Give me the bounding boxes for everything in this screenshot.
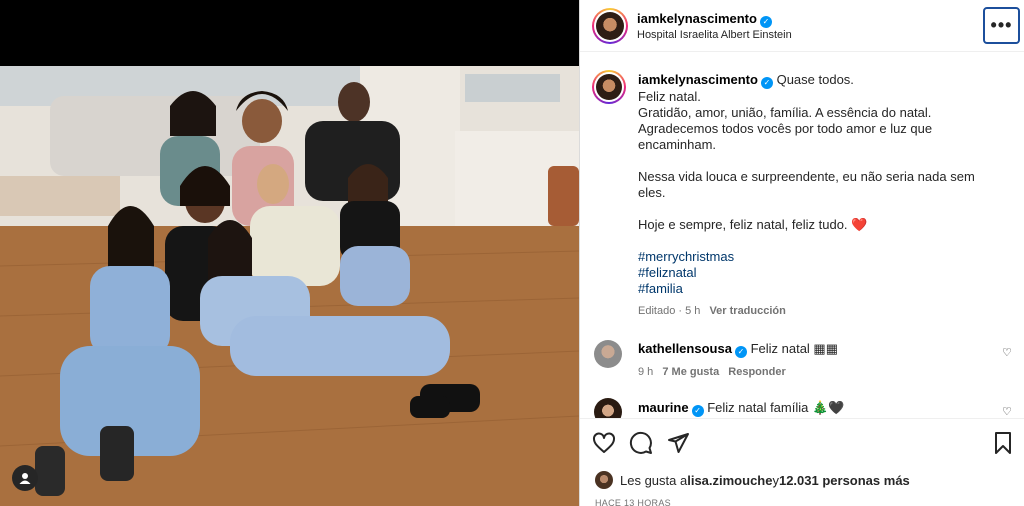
likes-count[interactable]: 12.031 personas más [779, 473, 910, 488]
post-media[interactable] [0, 0, 579, 506]
verified-badge-icon: ✓ [760, 77, 773, 89]
translate-link[interactable]: Ver traducción [709, 305, 785, 317]
post-header: iamkelynascimento ✓ Hospital Israelita Al… [580, 0, 1024, 52]
comment-text: Feliz natal família 🎄🖤 [707, 400, 845, 415]
paper-plane-icon [668, 433, 689, 453]
caption-line: Feliz natal. [638, 89, 701, 104]
post-time[interactable]: HACE 13 HORAS [595, 498, 671, 506]
caption-line [638, 201, 1008, 217]
post-location[interactable]: Hospital Israelita Albert Einstein [637, 29, 792, 41]
likes-summary: Les gusta a lisa.zimouche y 12.031 perso… [595, 471, 910, 489]
caption-line: eles. [638, 185, 666, 200]
comment-like-heart-icon[interactable]: ♡ [1002, 346, 1012, 359]
verified-badge-icon: ✓ [734, 346, 747, 358]
author-username[interactable]: iamkelynascimento [637, 11, 757, 26]
comment-item: maurine ✓ Feliz natal família 🎄🖤 [638, 400, 988, 417]
family-photo[interactable] [0, 66, 579, 506]
comments-list[interactable]: iamkelynascimento ✓ Quase todos. Feliz na… [580, 53, 1024, 418]
speech-bubble-icon [629, 431, 652, 454]
verified-badge-icon: ✓ [759, 16, 772, 28]
caption-line: Nessa vida louca e surpreendente, eu não… [638, 169, 975, 184]
comment-time[interactable]: 9 h [638, 366, 653, 378]
heart-outline-icon [593, 432, 615, 453]
caption: iamkelynascimento ✓ Quase todos. Feliz na… [638, 72, 1008, 317]
caption-author-avatar[interactable] [592, 70, 626, 104]
more-options-button[interactable]: ••• [983, 7, 1020, 44]
hashtag-link[interactable]: #familia [638, 281, 1008, 297]
post-actions: Les gusta a lisa.zimouche y 12.031 perso… [580, 418, 1024, 506]
edited-label: Editado · 5 h [638, 305, 701, 317]
caption-line: Gratidão, amor, união, família. A essênc… [638, 105, 932, 120]
likes-prefix: Les gusta a [620, 472, 688, 488]
caption-line: encaminham. [638, 137, 717, 152]
hashtag-link[interactable]: #feliznatal [638, 265, 1008, 281]
comment-like-heart-icon[interactable]: ♡ [1002, 405, 1012, 418]
caption-line [638, 153, 1008, 169]
verified-badge-icon: ✓ [691, 405, 704, 417]
commenter-avatar[interactable] [594, 398, 622, 418]
like-button[interactable] [591, 430, 617, 456]
commenter-avatar[interactable] [594, 340, 622, 368]
liker-avatar[interactable] [595, 471, 613, 489]
commenter-username[interactable]: maurine [638, 400, 689, 415]
liker-username[interactable]: lisa.zimouche [687, 473, 772, 488]
save-button[interactable] [990, 430, 1016, 456]
bookmark-icon [995, 432, 1011, 454]
comment-text: Feliz natal ▦▦ [750, 341, 838, 356]
caption-line: Hoje e sempre, feliz natal, feliz tudo. … [638, 217, 868, 232]
post-side-panel: iamkelynascimento ✓ Hospital Israelita Al… [579, 0, 1024, 506]
author-avatar[interactable] [592, 8, 628, 44]
share-button[interactable] [665, 430, 691, 456]
caption-line: Quase todos. [776, 72, 854, 87]
commenter-username[interactable]: kathellensousa [638, 341, 732, 356]
comment-button[interactable] [628, 430, 654, 456]
person-tag-icon[interactable] [12, 465, 38, 491]
caption-line: Agradecemos todos vocês por todo amor e … [638, 121, 933, 136]
comment-item: kathellensousa ✓ Feliz natal ▦▦ 9 h 7 Me … [638, 341, 988, 378]
caption-author-username[interactable]: iamkelynascimento [638, 72, 758, 87]
comment-likes[interactable]: 7 Me gusta [662, 366, 719, 378]
more-options-label: ••• [990, 15, 1013, 35]
reply-button[interactable]: Responder [728, 366, 785, 378]
hashtag-link[interactable]: #merrychristmas [638, 249, 1008, 265]
